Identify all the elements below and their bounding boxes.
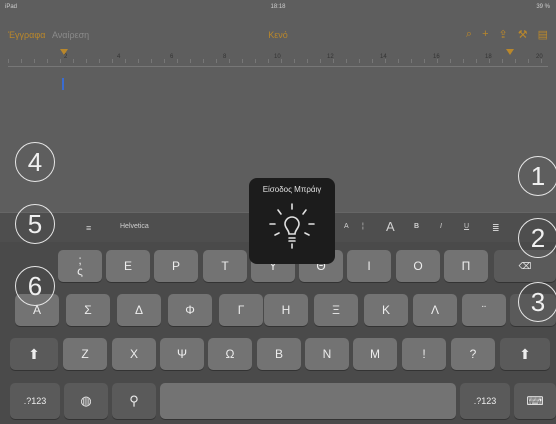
dictation-key[interactable]: ⚲ [112,383,156,419]
braille-dot-5[interactable]: 5 [15,204,55,244]
key-zeta[interactable]: Ζ [63,338,107,370]
shift-icon: ⬆ [519,345,531,362]
braille-dot-6[interactable]: 6 [15,266,55,306]
ruler-tick: 20 [536,54,543,60]
status-time: 18:18 [270,4,286,10]
document-icon[interactable]: ▤ [538,28,548,41]
paragraph-style-icon[interactable]: ≡ [86,223,91,233]
numbers-key-left[interactable]: .?123 [10,383,60,419]
share-icon[interactable]: ⇪ [499,28,508,41]
key-char: ς [77,264,83,278]
key-question[interactable]: ? [451,338,495,370]
key-rho[interactable]: Ρ [154,250,198,282]
ruler-tick: 6 [170,54,174,60]
key-pi[interactable]: Π [444,250,488,282]
ruler-tick: 18 [485,54,492,60]
text-cursor [62,78,64,90]
bold-button[interactable]: B [414,223,419,230]
key-sigma[interactable]: Σ [66,294,110,326]
shift-key-left[interactable]: ⬆ [10,338,58,370]
ruler-tick: 4 [117,54,121,60]
numbers-key-right[interactable]: .?123 [460,383,510,419]
keyboard-hide-icon: ⌨ [526,394,544,408]
wrench-icon[interactable]: ⚒ [518,28,528,41]
key-nu[interactable]: Ν [305,338,349,370]
ruler-tick: 2 [64,54,68,60]
key-lambda[interactable]: Λ [413,294,457,326]
key-omega[interactable]: Ω [208,338,252,370]
nav-toolbar: ⌕ + ⇪ ⚒ ▤ [466,28,548,41]
ruler-tick: 16 [433,54,440,60]
key-xi[interactable]: Ξ [314,294,358,326]
ruler[interactable]: 2 4 6 8 10 12 14 16 18 20 [8,48,548,67]
key-beta[interactable]: Β [257,338,301,370]
shift-key-right[interactable]: ⬆ [500,338,550,370]
battery-indicator: 39 % [536,4,550,10]
globe-key[interactable]: ◍ [64,383,108,419]
ruler-tick: 10 [274,54,281,60]
key-diaeresis[interactable]: ¨ [462,294,506,326]
key-final-sigma[interactable]: ; ς [58,250,102,282]
key-chi[interactable]: Χ [112,338,156,370]
ruler-tick: 14 [380,54,387,60]
key-exclamation[interactable]: ! [402,338,446,370]
magnifier-icon[interactable]: ⌕ [466,28,472,41]
space-bar[interactable] [160,383,456,419]
ruler-tick: 8 [223,54,227,60]
font-name[interactable]: Helvetica [120,223,149,230]
increase-font-button[interactable]: A [386,219,395,234]
key-delta[interactable]: Δ [117,294,161,326]
braille-input-hud: Είσοδος Μπράιγ [249,178,335,264]
key-phi[interactable]: Φ [168,294,212,326]
key-mu[interactable]: Μ [353,338,397,370]
ruler-tick: 12 [327,54,334,60]
status-bar: iPad 18:18 39 % [0,0,556,24]
key-gamma[interactable]: Γ [219,294,263,326]
globe-icon: ◍ [80,393,92,408]
right-indent-marker[interactable] [506,49,514,55]
hud-title: Είσοδος Μπράιγ [262,185,322,194]
keyboard: ; ς Ε Ρ Τ Υ Θ Ι Ο Π ⌫ Α Σ Δ Φ Γ Η Ξ Κ Λ ¨… [0,242,556,424]
key-omicron[interactable]: Ο [396,250,440,282]
align-icon[interactable]: ≣ [492,223,500,234]
navigation-bar: Έγγραφα Αναίρεση Κενό ⌕ + ⇪ ⚒ ▤ [0,24,556,46]
underline-button[interactable]: U [464,223,469,230]
microphone-icon: ⚲ [129,393,139,408]
shift-icon: ⬆ [28,345,40,362]
key-kappa[interactable]: Κ [364,294,408,326]
backspace-icon: ⌫ [518,260,532,271]
key-tau[interactable]: Τ [203,250,247,282]
lightbulb-icon [269,203,315,249]
plus-icon[interactable]: + [482,28,488,41]
braille-dot-3[interactable]: 3 [518,282,556,322]
key-epsilon[interactable]: Ε [106,250,150,282]
braille-dot-2[interactable]: 2 [518,218,556,258]
key-iota[interactable]: Ι [347,250,391,282]
decrease-font-button[interactable]: A [344,223,349,230]
key-psi[interactable]: Ψ [160,338,204,370]
font-size-separator: ¦ [362,223,364,230]
braille-dot-1[interactable]: 1 [518,156,556,196]
italic-button[interactable]: I [440,223,442,230]
hide-keyboard-key[interactable]: ⌨ [514,383,556,419]
braille-dot-4[interactable]: 4 [15,142,55,182]
key-eta[interactable]: Η [264,294,308,326]
